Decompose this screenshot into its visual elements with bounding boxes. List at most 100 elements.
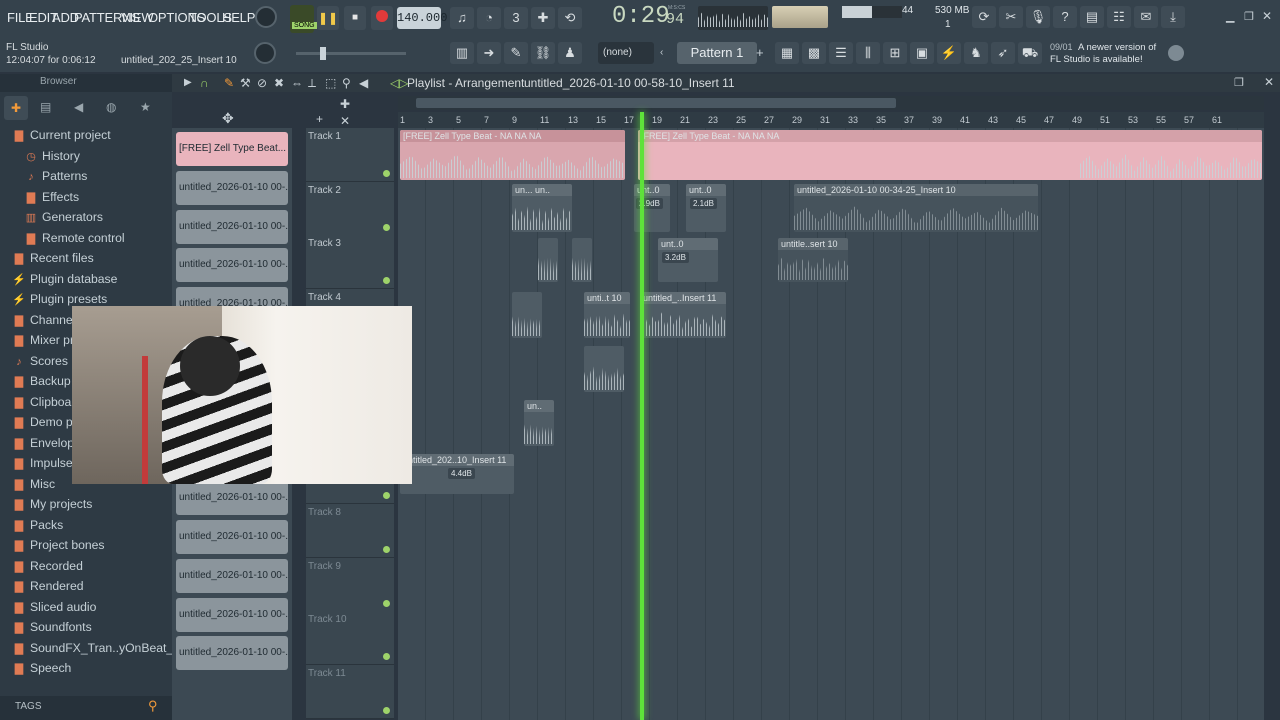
arrow-right-icon[interactable]: ➜: [477, 42, 501, 64]
channel-button[interactable]: [FREE] Zell Type Beat...: [176, 132, 288, 166]
browser-file-icon[interactable]: ▤: [40, 100, 51, 114]
browser-item[interactable]: ◷ History: [24, 149, 80, 163]
clip-t3-small1[interactable]: [538, 238, 558, 282]
track-mute-led[interactable]: [383, 223, 390, 231]
plugin-icon[interactable]: ⚡: [937, 42, 961, 64]
select-tool-icon[interactable]: ⬚: [325, 76, 336, 90]
track-mute-led[interactable]: [383, 599, 390, 607]
playhead[interactable]: [640, 112, 644, 720]
clip-t3b[interactable]: untitle..sert 10: [778, 238, 848, 282]
paint-tool-icon[interactable]: ⚒: [240, 76, 251, 90]
slice-tool-icon[interactable]: ⟂: [308, 76, 316, 91]
track-mute-led[interactable]: [383, 277, 390, 285]
zoom-arrows-icon[interactable]: ✚: [340, 97, 350, 111]
timeline-ruler[interactable]: 1 3 5 7 9 11 13 15 17 19 21 23 25 27 29 31 33 35 37 39 41 43 4…: [398, 112, 1264, 128]
download-icon[interactable]: ⤓: [1161, 6, 1185, 28]
browser-item[interactable]: ▇ Impulses: [12, 456, 79, 470]
delete-tool-icon[interactable]: ⊘: [257, 76, 267, 90]
browser-item[interactable]: ▇ Remote control: [24, 231, 125, 245]
song-mode-toggle[interactable]: SONG: [290, 5, 317, 33]
none-select[interactable]: (none): [598, 42, 654, 64]
playlist-close-icon[interactable]: ✕: [1264, 75, 1274, 89]
clip-t4b[interactable]: untitled_..Insert 11: [640, 292, 726, 338]
clip-beat-a[interactable]: [FREE] Zell Type Beat - NA NA NA: [400, 130, 625, 180]
piano-icon[interactable]: ▥: [450, 42, 474, 64]
time-display[interactable]: 0:29: [612, 3, 670, 30]
browser-icon[interactable]: ▣: [910, 42, 934, 64]
browser-plugin-icon[interactable]: ◍: [106, 100, 116, 114]
microphone-icon[interactable]: 🎙: [1026, 6, 1050, 28]
restore-icon[interactable]: ❐: [1244, 10, 1254, 23]
track-header[interactable]: Track 2: [306, 181, 394, 236]
track-header[interactable]: Track 8: [306, 503, 394, 558]
master-volume-knob[interactable]: [255, 6, 277, 28]
browser-item[interactable]: ▇ Effects: [24, 190, 79, 204]
cut-icon[interactable]: ✂: [999, 6, 1023, 28]
zoom-tool-icon[interactable]: ⚲: [342, 76, 351, 90]
browser-item[interactable]: ♪ Patterns: [24, 169, 87, 183]
wait-input-icon[interactable]: ◔: [477, 7, 501, 29]
browser-item[interactable]: ▇ Misc: [12, 477, 55, 491]
tempo-display[interactable]: 140.000: [397, 7, 447, 29]
add-track-icon[interactable]: +: [316, 112, 323, 126]
arrangement-select[interactable]: untitled_2026-01-10 00-58-10_Insert 11: [524, 76, 735, 90]
clip-t4a[interactable]: unti..t 10: [584, 292, 630, 338]
mixer-icon[interactable]: ☷: [1107, 6, 1131, 28]
browser-item[interactable]: ▥ Generators: [24, 210, 103, 224]
close-icon[interactable]: ✕: [1262, 9, 1272, 23]
browser-all-icon[interactable]: ✚: [4, 96, 28, 120]
browser-item[interactable]: ▇ Current project: [12, 128, 111, 142]
channel-rack-icon[interactable]: ▦: [775, 42, 799, 64]
browser-item[interactable]: ▇ Backup: [12, 374, 71, 388]
track-header[interactable]: Track 10: [306, 611, 394, 666]
pattern-add-icon[interactable]: +: [756, 42, 768, 64]
browser-item[interactable]: ▇ Recent files: [12, 251, 94, 265]
pattern-select[interactable]: Pattern 1: [677, 42, 757, 64]
step-edit-icon[interactable]: ✚: [531, 7, 555, 29]
menu-help[interactable]: HELP: [222, 10, 255, 25]
globe-icon[interactable]: [1168, 45, 1184, 61]
channel-button[interactable]: untitled_2026-01-10 00-...: [176, 170, 288, 205]
search-icon[interactable]: ⚲: [148, 698, 158, 714]
pause-button[interactable]: ❚❚: [317, 6, 339, 30]
clip-t2c[interactable]: unt..0 2.1dB: [686, 184, 726, 232]
channel-button[interactable]: untitled_2026-01-10 00-...: [176, 520, 288, 554]
channel-button[interactable]: untitled_2026-01-10 00-...: [176, 248, 288, 283]
refresh-icon[interactable]: ⟳: [972, 6, 996, 28]
news-line1[interactable]: A newer version of: [1078, 42, 1156, 53]
clip-t2d[interactable]: untitled_2026-01-10 00-34-25_Insert 10: [794, 184, 1038, 232]
countdown-icon[interactable]: 3: [504, 7, 528, 29]
mute-tool-icon[interactable]: ✖: [274, 76, 284, 90]
clip-t3-small2[interactable]: [572, 238, 592, 282]
link-icon[interactable]: ⛓: [531, 42, 555, 64]
track-header[interactable]: Track 11: [306, 665, 394, 719]
playlist-maximize-icon[interactable]: ❐: [1234, 76, 1244, 89]
record-button[interactable]: [371, 6, 393, 30]
playlist-menu-icon[interactable]: ▶: [184, 77, 192, 88]
playback-tool-icon[interactable]: ◀: [359, 76, 368, 90]
master-slider[interactable]: [296, 47, 406, 60]
pencil-tool-icon[interactable]: ✎: [224, 76, 234, 90]
channel-button[interactable]: untitled_2026-01-10 00-...: [176, 597, 288, 632]
browser-item[interactable]: ♪ Scores: [12, 354, 68, 368]
clip-t7a[interactable]: untitled_202..10_Insert 11 4.4dB: [400, 454, 514, 494]
stop-button[interactable]: ■: [344, 6, 366, 30]
track-mute-led[interactable]: [383, 707, 390, 714]
clip-t4-small[interactable]: [512, 292, 542, 338]
browser-item[interactable]: ▇ Project bones: [12, 538, 105, 552]
collapse-icon[interactable]: ✕: [340, 114, 350, 128]
save-icon[interactable]: ▤: [1080, 6, 1104, 28]
tempo-tap-icon[interactable]: ♞: [964, 42, 988, 64]
browser-item[interactable]: ⚡ Plugin presets: [12, 292, 107, 306]
loop-record-icon[interactable]: ⟲: [558, 7, 582, 29]
browser-item[interactable]: ▇ Rendered: [12, 579, 84, 593]
hint-icon[interactable]: ➶: [991, 42, 1015, 64]
browser-item[interactable]: ▇ My projects: [12, 497, 93, 511]
mixer-view-icon[interactable]: ⫼: [856, 42, 880, 64]
shop-icon[interactable]: ⛟: [1018, 42, 1042, 64]
channel-button[interactable]: untitled_2026-01-10 00-...: [176, 209, 288, 244]
clip-beat-b[interactable]: [FREE] Zell Type Beat - NA NA NA: [638, 130, 1262, 180]
stamp-icon[interactable]: ♟: [558, 42, 582, 64]
playlist-icon[interactable]: ☰: [829, 42, 853, 64]
playlist-grid[interactable]: [FREE] Zell Type Beat - NA NA NA [FREE] …: [398, 112, 1264, 720]
